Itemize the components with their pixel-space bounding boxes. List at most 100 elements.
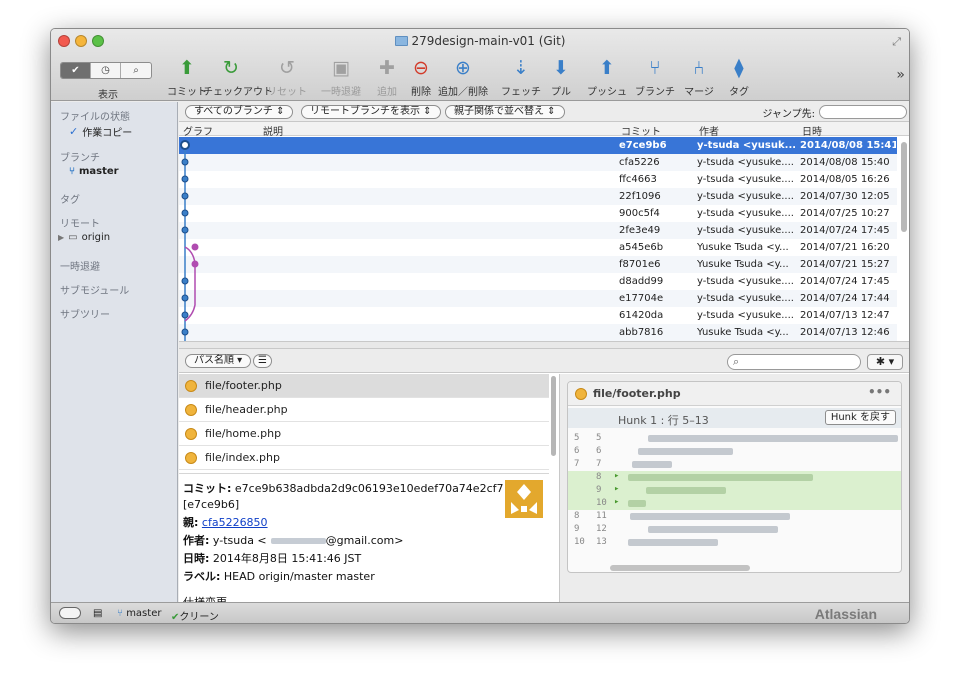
parent-commit-link[interactable]: cfa5226850 xyxy=(202,516,268,529)
toolbar-add-remove-button[interactable]: ⊕ 追加／削除 xyxy=(435,57,491,98)
sidebar-heading-submodules[interactable]: サブモジュール xyxy=(60,282,129,297)
added-line-marker-icon: ▸ xyxy=(614,484,620,494)
commit-row[interactable]: SNSボタン仕様変更900c5f4y-tsuda <yusuke....2014… xyxy=(179,205,897,222)
jump-to-select[interactable] xyxy=(819,105,907,119)
commit-row[interactable]: 不具合修正61420day-tsuda <yusuke....2014/07/1… xyxy=(179,307,897,324)
commit-date: 2014/07/21 16:20 xyxy=(800,242,890,253)
commit-row[interactable]: 不具合修正e17704ey-tsuda <yusuke....2014/07/2… xyxy=(179,290,897,307)
commit-date: 2014/07/21 15:27 xyxy=(800,259,890,270)
commit-row[interactable]: jQuery追加 imagelightboxa545e6bYusuke Tsud… xyxy=(179,239,897,256)
author-avatar xyxy=(505,480,543,518)
view-switcher[interactable]: ✔ ◷ ⌕ xyxy=(60,62,152,79)
column-description[interactable]: 説明 xyxy=(263,123,283,138)
modified-file-icon xyxy=(575,388,587,400)
branch-filter-select[interactable]: すべてのブランチ ⇕ xyxy=(185,105,294,119)
toolbar-tag-button[interactable]: ⧫ タグ xyxy=(711,57,767,98)
sort-order-select[interactable]: 親子関係で並べ替え ⇕ xyxy=(445,105,565,119)
commit-date: 2014/07/13 12:47 xyxy=(800,310,890,321)
commit-row[interactable]: ファイル名変更22f1096y-tsuda <yusuke....2014/07… xyxy=(179,188,897,205)
atlassian-logo: Atlassian xyxy=(814,606,877,622)
sidebar-heading-subtrees[interactable]: サブツリー xyxy=(60,306,110,321)
fullscreen-icon[interactable]: ⤢ xyxy=(892,35,901,49)
commit-node xyxy=(181,158,189,166)
column-graph[interactable]: グラフ xyxy=(183,123,213,138)
commit-hash: e7ce9b6 xyxy=(619,140,667,151)
diff-line: 8 11 xyxy=(568,510,901,523)
revert-hunk-button[interactable]: Hunk を戻す xyxy=(824,410,896,425)
commit-row[interactable]: origin/mastermaster仕様変更e7ce9b6y-tsuda <y… xyxy=(179,137,897,154)
sidebar-item-origin[interactable]: ▶ ▭ origin xyxy=(58,232,110,243)
more-options-icon[interactable]: ••• xyxy=(868,385,891,399)
commit-hash: d8add99 xyxy=(619,276,664,287)
hunk-header: Hunk 1 : 行 5–13 Hunk を戻す xyxy=(568,408,901,428)
redacted-code xyxy=(632,461,672,468)
commit-node xyxy=(181,175,189,183)
toolbar-overflow-icon[interactable]: » xyxy=(896,67,905,83)
diff-line: 77 xyxy=(568,458,901,471)
detail-date: 日時: 2014年8月8日 15:41:46 JST xyxy=(183,552,362,565)
commit-date: 2014/07/24 17:45 xyxy=(800,276,890,287)
redacted-code xyxy=(646,487,726,494)
sidebar-heading-tags[interactable]: タグ xyxy=(60,191,80,206)
toggle-sidebar-icon[interactable] xyxy=(59,607,81,619)
redacted-code xyxy=(628,539,718,546)
status-bar: ▤ ⑂ master ✔クリーン Atlassian xyxy=(51,602,909,623)
file-list-item[interactable]: file/header.php xyxy=(179,398,549,422)
sidebar-heading-branches[interactable]: ブランチ xyxy=(60,149,100,164)
commit-node xyxy=(181,277,189,285)
commit-date: 2014/08/08 15:40 xyxy=(800,157,890,168)
commit-author: y-tsuda <yusuk... xyxy=(697,140,795,151)
file-search-input[interactable]: ⌕ xyxy=(727,354,861,370)
column-date[interactable]: 日時 xyxy=(802,123,822,138)
file-list-scrollbar[interactable] xyxy=(551,376,556,456)
diff-scrollbar[interactable] xyxy=(610,565,750,571)
app-window: 279design-main-v01 (Git) ⤢ ✔ ◷ ⌕ 表示 ⬆ コミッ… xyxy=(50,28,910,624)
sidebar-heading-stashes[interactable]: 一時退避 xyxy=(60,258,100,273)
file-list-item[interactable]: file/footer.php xyxy=(179,374,549,398)
diff-box: file/footer.php ••• Hunk 1 : 行 5–13 Hunk… xyxy=(567,381,902,573)
merge-icon: ⑃ xyxy=(693,57,705,79)
commit-row[interactable]: デザイン変更d8add99y-tsuda <yusuke....2014/07/… xyxy=(179,273,897,290)
add-remove-icon: ⊕ xyxy=(455,57,471,79)
history-icon[interactable]: ◷ xyxy=(91,63,121,78)
commit-hash: e17704e xyxy=(619,293,664,304)
pane-splitter[interactable] xyxy=(179,341,909,349)
toolbar-reset-button[interactable]: ↺ リセット xyxy=(259,57,315,98)
branch-icon: ⑂ xyxy=(649,57,661,79)
sidebar-item-working-copy[interactable]: ✓ 作業コピー xyxy=(69,124,132,139)
diff-line: 9 12 xyxy=(568,523,901,536)
file-list-item[interactable]: file/home.php xyxy=(179,422,549,446)
column-commit[interactable]: コミット xyxy=(621,123,661,138)
commit-node xyxy=(191,243,199,251)
disclosure-triangle-icon[interactable]: ▶ xyxy=(58,233,64,242)
gear-icon[interactable]: ✱ ▾ xyxy=(867,354,903,370)
search-icon: ⌕ xyxy=(733,355,740,368)
commit-row[interactable]: Merge branch 'master' of2fe3e49y-tsuda <… xyxy=(179,222,897,239)
sidebar-item-master[interactable]: ⑂ master xyxy=(69,166,119,177)
commit-row[interactable]: 不具合修正cfa5226y-tsuda <yusuke....2014/08/0… xyxy=(179,154,897,171)
commit-list-scrollbar[interactable] xyxy=(901,138,909,338)
sidebar-heading-remotes[interactable]: リモート xyxy=(60,215,100,230)
commit-row[interactable]: 不具合修正ffc4663y-tsuda <yusuke....2014/08/0… xyxy=(179,171,897,188)
toolbar-checkout-button[interactable]: ↻ チェックアウト xyxy=(203,57,273,98)
detail-parent: 親: cfa5226850 xyxy=(183,516,268,529)
search-icon[interactable]: ⌕ xyxy=(121,63,151,78)
remote-branch-select[interactable]: リモートブランチを表示 ⇕ xyxy=(301,105,441,119)
diff-line: 10 ▸ xyxy=(568,497,901,510)
path-sort-select[interactable]: パス名順 ▾ xyxy=(185,354,252,368)
sidebar-heading-file-status[interactable]: ファイルの状態 xyxy=(60,108,130,123)
commit-hash: 900c5f4 xyxy=(619,208,660,219)
sidebar: ファイルの状態 ✓ 作業コピー ブランチ ⑂ master タグ リモート ▶ … xyxy=(51,102,178,602)
redacted-code xyxy=(628,474,813,481)
column-author[interactable]: 作者 xyxy=(699,123,719,138)
checkmark-icon[interactable]: ✔ xyxy=(61,63,91,78)
modified-file-icon xyxy=(185,452,197,464)
list-view-button[interactable]: ☰ xyxy=(253,354,272,368)
commit-row[interactable]: JSバグ修正abb7816Yusuke Tsuda <y...2014/07/1… xyxy=(179,324,897,341)
modified-file-icon xyxy=(185,380,197,392)
file-list-item[interactable]: file/index.php xyxy=(179,446,549,470)
redacted-code xyxy=(630,513,790,520)
commit-row[interactable]: デザイン変更f8701e6Yusuke Tsuda <y...2014/07/2… xyxy=(179,256,897,273)
commit-author: Yusuke Tsuda <y... xyxy=(697,327,789,338)
added-line-marker-icon: ▸ xyxy=(614,471,620,481)
